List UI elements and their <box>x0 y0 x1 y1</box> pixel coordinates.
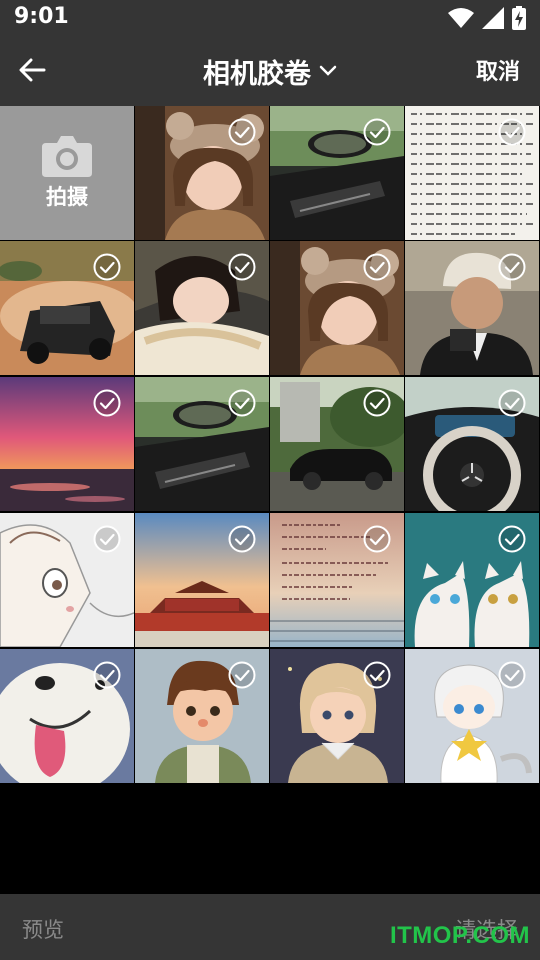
select-check-icon[interactable] <box>228 389 256 417</box>
album-selector[interactable]: 相机胶卷 <box>0 36 540 106</box>
select-check-icon[interactable] <box>498 118 526 146</box>
select-check-icon[interactable] <box>363 389 391 417</box>
select-check-icon[interactable] <box>498 525 526 553</box>
select-check-icon[interactable] <box>93 525 121 553</box>
photo-thumbnail[interactable] <box>135 513 269 647</box>
select-check-icon[interactable] <box>228 253 256 281</box>
photo-thumbnail[interactable] <box>0 241 134 375</box>
photo-thumbnail[interactable] <box>405 377 539 511</box>
select-check-icon[interactable] <box>363 661 391 689</box>
select-check-icon[interactable] <box>498 253 526 281</box>
photo-thumbnail[interactable] <box>0 513 134 647</box>
photo-thumbnail[interactable] <box>270 241 404 375</box>
photo-thumbnail[interactable] <box>270 106 404 240</box>
photo-thumbnail[interactable] <box>405 106 539 240</box>
photo-thumbnail[interactable] <box>405 649 539 783</box>
photo-thumbnail[interactable] <box>270 649 404 783</box>
photo-thumbnail[interactable] <box>135 649 269 783</box>
select-check-icon[interactable] <box>228 525 256 553</box>
photo-thumbnail[interactable] <box>135 377 269 511</box>
title-bar: 相机胶卷 取消 <box>0 36 540 106</box>
camera-capture-tile[interactable]: 拍摄 <box>0 106 134 240</box>
select-check-icon[interactable] <box>93 389 121 417</box>
select-check-icon[interactable] <box>498 661 526 689</box>
page-title[interactable]: 相机胶卷 <box>203 52 311 91</box>
status-time: 9:01 <box>14 4 69 29</box>
select-check-icon[interactable] <box>228 661 256 689</box>
bottom-bar: 预览 请选择 ITMOP.COM <box>0 894 540 960</box>
watermark: ITMOP.COM <box>389 922 530 949</box>
camera-icon <box>42 136 92 177</box>
select-check-icon[interactable] <box>363 253 391 281</box>
status-icons <box>448 6 526 30</box>
status-bar: 9:01 <box>0 0 540 36</box>
photo-thumbnail[interactable] <box>270 377 404 511</box>
select-check-icon[interactable] <box>363 118 391 146</box>
photo-thumbnail[interactable] <box>0 377 134 511</box>
photo-thumbnail[interactable] <box>135 106 269 240</box>
preview-button[interactable]: 预览 <box>22 914 64 944</box>
photo-thumbnail[interactable] <box>405 241 539 375</box>
photo-thumbnail[interactable] <box>405 513 539 647</box>
wifi-icon <box>448 8 474 28</box>
select-check-icon[interactable] <box>93 661 121 689</box>
signal-icon <box>482 7 504 29</box>
photo-thumbnail[interactable] <box>0 649 134 783</box>
back-button[interactable] <box>10 48 54 92</box>
select-check-icon[interactable] <box>228 118 256 146</box>
select-check-icon[interactable] <box>363 525 391 553</box>
photo-thumbnail[interactable] <box>270 513 404 647</box>
arrow-left-icon <box>19 58 46 82</box>
battery-charging-icon <box>512 6 526 30</box>
cancel-button[interactable]: 取消 <box>476 54 520 86</box>
photo-thumbnail[interactable] <box>135 241 269 375</box>
select-check-icon[interactable] <box>93 253 121 281</box>
photo-grid: 拍摄 <box>0 106 540 784</box>
select-check-icon[interactable] <box>498 389 526 417</box>
chevron-down-icon[interactable] <box>319 65 337 77</box>
camera-label: 拍摄 <box>46 185 88 209</box>
